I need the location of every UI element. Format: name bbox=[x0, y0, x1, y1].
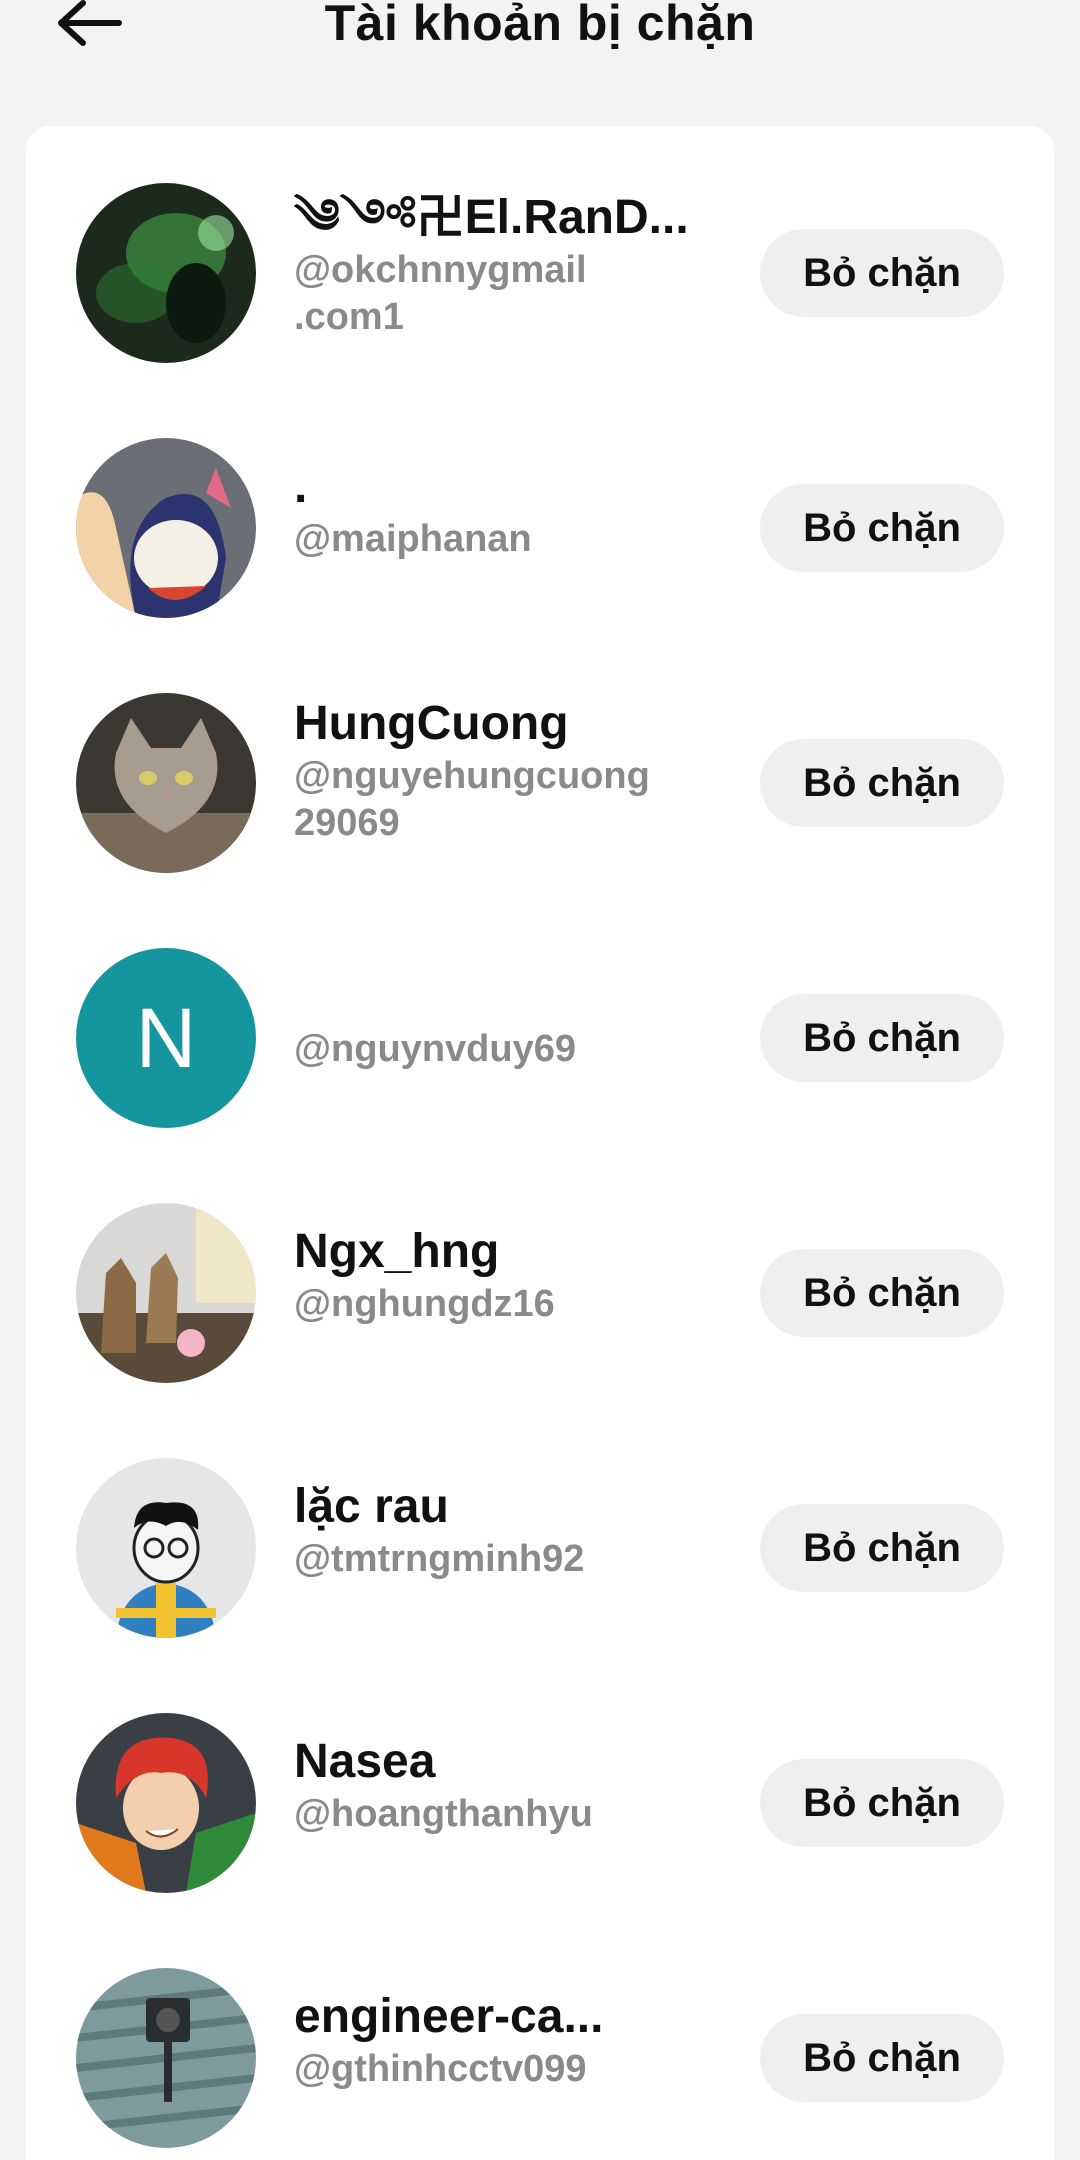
list-item[interactable]: . @maiphanan Bỏ chặn bbox=[26, 438, 1054, 693]
account-handle: @okchnnygmail .com1 bbox=[294, 249, 587, 338]
account-name bbox=[294, 968, 694, 1026]
avatar[interactable] bbox=[76, 1713, 256, 1893]
avatar[interactable] bbox=[76, 183, 256, 363]
avatar[interactable] bbox=[76, 438, 256, 618]
list-item[interactable]: engineer-ca... @gthinhcctv099 Bỏ chặn bbox=[26, 1968, 1054, 2160]
unblock-button[interactable]: Bỏ chặn bbox=[760, 994, 1004, 1082]
account-handle: @gthinhcctv099 bbox=[294, 2048, 587, 2090]
header: Tài khoản bị chặn bbox=[0, 0, 1080, 120]
blocked-accounts-list: ༄༺卍El.RanD... @okchnnygmail .com1 Bỏ chặ… bbox=[26, 126, 1054, 2160]
avatar[interactable] bbox=[76, 693, 256, 873]
avatar[interactable]: N bbox=[76, 948, 256, 1128]
account-name: lặc rau bbox=[294, 1480, 449, 1533]
account-name: Ngx_hng bbox=[294, 1225, 500, 1278]
unblock-button[interactable]: Bỏ chặn bbox=[760, 1249, 1004, 1337]
list-item[interactable]: ༄༺卍El.RanD... @okchnnygmail .com1 Bỏ chặ… bbox=[26, 183, 1054, 438]
unblock-button[interactable]: Bỏ chặn bbox=[760, 2014, 1004, 2102]
account-handle: @nguyehungcuong 29069 bbox=[294, 755, 650, 844]
unblock-button[interactable]: Bỏ chặn bbox=[760, 1759, 1004, 1847]
account-handle: @nguynvduy69 bbox=[294, 1028, 576, 1070]
unblock-button[interactable]: Bỏ chặn bbox=[760, 739, 1004, 827]
account-name: HungCuong bbox=[294, 697, 569, 750]
account-handle: @nghungdz16 bbox=[294, 1283, 555, 1325]
avatar[interactable] bbox=[76, 1968, 256, 2148]
avatar-letter: N bbox=[135, 990, 197, 1085]
account-name: ༄༺卍El.RanD... bbox=[294, 191, 689, 244]
unblock-button[interactable]: Bỏ chặn bbox=[760, 484, 1004, 572]
list-item[interactable]: HungCuong @nguyehungcuong 29069 Bỏ chặn bbox=[26, 693, 1054, 948]
account-handle: @hoangthanhyu bbox=[294, 1793, 593, 1835]
avatar[interactable] bbox=[76, 1458, 256, 1638]
list-item[interactable]: Nasea @hoangthanhyu Bỏ chặn bbox=[26, 1713, 1054, 1968]
page-title: Tài khoản bị chặn bbox=[324, 0, 756, 51]
account-name: . bbox=[294, 460, 308, 513]
list-item[interactable]: N @nguynvduy69 Bỏ chặn bbox=[26, 948, 1054, 1203]
account-handle: @maiphanan bbox=[294, 518, 532, 560]
list-item[interactable]: Ngx_hng @nghungdz16 Bỏ chặn bbox=[26, 1203, 1054, 1458]
account-handle: @tmtrngminh92 bbox=[294, 1538, 585, 1580]
account-name: engineer-ca... bbox=[294, 1990, 604, 2043]
unblock-button[interactable]: Bỏ chặn bbox=[760, 229, 1004, 317]
unblock-button[interactable]: Bỏ chặn bbox=[760, 1504, 1004, 1592]
avatar[interactable] bbox=[76, 1203, 256, 1383]
account-name: Nasea bbox=[294, 1735, 436, 1788]
list-item[interactable]: lặc rau @tmtrngminh92 Bỏ chặn bbox=[26, 1458, 1054, 1713]
